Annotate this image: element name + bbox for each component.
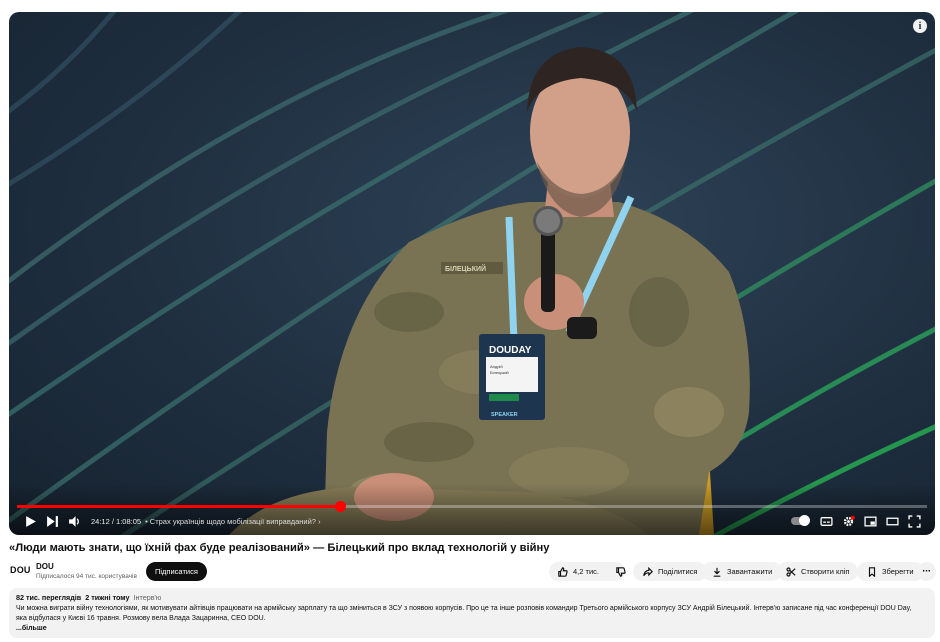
settings-button[interactable] bbox=[837, 511, 859, 531]
hashtag-link[interactable]: Інтерв'ю bbox=[134, 593, 162, 602]
miniplayer-button[interactable] bbox=[859, 511, 881, 531]
badge-name-last: Білецький bbox=[490, 370, 509, 375]
download-button[interactable]: Завантажити bbox=[702, 562, 783, 581]
save-label: Зберегти bbox=[882, 567, 914, 576]
save-button[interactable]: Зберегти bbox=[857, 562, 924, 581]
time-display: 24:12 / 1:08:05 bbox=[91, 517, 141, 526]
channel-row: DOU DOU Підписалося 94 тис. користувачів… bbox=[9, 561, 936, 583]
progress-bar[interactable] bbox=[17, 501, 927, 512]
like-button[interactable]: 4,2 тис. bbox=[558, 566, 599, 577]
video-frame: DOUDAY Андрій Білецький SPEAKER БІЛЕЦЬКИ… bbox=[9, 12, 935, 535]
download-label: Завантажити bbox=[727, 567, 773, 576]
like-dislike-group: 4,2 тис. bbox=[549, 562, 626, 581]
share-button[interactable]: Поділитися bbox=[633, 562, 708, 581]
like-count: 4,2 тис. bbox=[573, 567, 599, 576]
channel-logo[interactable]: DOU bbox=[10, 565, 31, 575]
chapter-label: • Страх українців щодо мобілізації випра… bbox=[145, 516, 316, 526]
progress-played bbox=[17, 505, 341, 508]
view-count: 82 тис. переглядів bbox=[16, 593, 82, 602]
chapter-title[interactable]: • Страх українців щодо мобілізації випра… bbox=[145, 517, 320, 526]
theater-icon bbox=[885, 517, 899, 525]
description-text: Чи можна виграти війну технологіями, як … bbox=[16, 605, 912, 622]
name-patch: БІЛЕЦЬКИЙ bbox=[445, 264, 486, 273]
clip-button[interactable]: Створити кліп bbox=[777, 562, 859, 581]
time-current: 24:12 bbox=[91, 516, 110, 526]
more-actions-button[interactable]: ··· bbox=[917, 562, 936, 581]
subtitles-icon bbox=[819, 516, 833, 526]
scissors-icon bbox=[786, 566, 796, 577]
theater-button[interactable] bbox=[881, 511, 903, 531]
thumbs-up-icon bbox=[558, 566, 568, 577]
share-icon bbox=[643, 566, 653, 576]
volume-button[interactable] bbox=[63, 511, 85, 531]
show-more-link[interactable]: ...більше bbox=[16, 625, 928, 632]
video-player[interactable]: DOUDAY Андрій Білецький SPEAKER БІЛЕЦЬКИ… bbox=[9, 12, 935, 535]
bookmark-icon bbox=[868, 566, 876, 577]
badge-name-first: Андрій bbox=[490, 364, 503, 369]
video-title: «Люди мають знати, що їхній фах буде реа… bbox=[9, 542, 550, 554]
play-icon bbox=[25, 515, 36, 527]
channel-name[interactable]: DOU bbox=[36, 562, 54, 571]
player-controls: 24:12 / 1:08:05 • Страх українців щодо м… bbox=[19, 511, 925, 531]
time-total: 1:08:05 bbox=[116, 516, 142, 526]
next-button[interactable] bbox=[41, 511, 63, 531]
description-box[interactable]: 82 тис. переглядів 2 тижні тому Інтерв'ю Ч… bbox=[9, 588, 935, 638]
subscriber-count: Підписалося 94 тис. користувачів bbox=[36, 573, 137, 580]
clip-label: Створити кліп bbox=[801, 567, 850, 576]
share-label: Поділитися bbox=[658, 567, 698, 576]
volume-icon bbox=[68, 515, 79, 527]
thumbs-down-icon bbox=[616, 566, 626, 577]
info-icon[interactable]: i bbox=[913, 19, 927, 33]
miniplayer-icon bbox=[863, 516, 877, 526]
subtitles-button[interactable] bbox=[815, 511, 837, 531]
dislike-button[interactable] bbox=[616, 566, 626, 577]
upload-date: 2 тижні тому bbox=[85, 593, 130, 602]
gear-icon bbox=[843, 515, 855, 526]
chapter-chevron-icon: › bbox=[318, 516, 321, 526]
subscribe-button[interactable]: Підписатися bbox=[146, 562, 207, 581]
badge-brand: DOUDAY bbox=[489, 345, 532, 356]
autoplay-toggle[interactable] bbox=[791, 515, 810, 526]
download-icon bbox=[713, 567, 721, 577]
fullscreen-button[interactable] bbox=[903, 511, 925, 531]
fullscreen-icon bbox=[907, 514, 921, 528]
badge-role: SPEAKER bbox=[491, 412, 518, 418]
play-button[interactable] bbox=[19, 511, 41, 531]
next-icon bbox=[46, 515, 58, 527]
description-meta: 82 тис. переглядів 2 тижні тому Інтерв'ю bbox=[16, 593, 928, 602]
